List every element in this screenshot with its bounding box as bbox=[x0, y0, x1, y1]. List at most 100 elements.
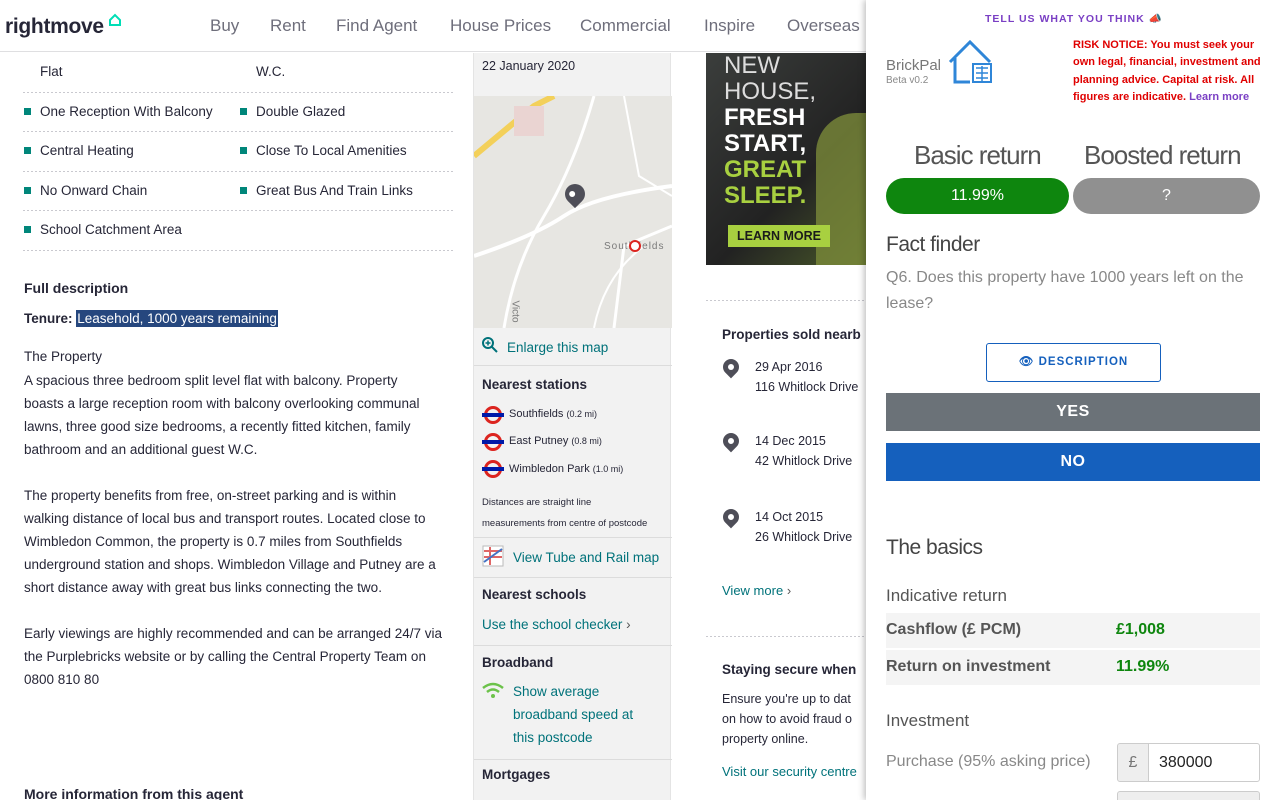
ad-cta-button[interactable]: LEARN MORE bbox=[728, 225, 830, 247]
bullet-icon bbox=[24, 147, 31, 154]
divider bbox=[474, 759, 672, 760]
cashflow-value: £1,008 bbox=[1116, 621, 1165, 638]
fact-question: Q6. Does this property have 1000 years l… bbox=[886, 269, 1244, 312]
view-more-label: View more bbox=[722, 583, 784, 598]
property-details: Flat W.C. One Reception With Balcony Dou… bbox=[0, 53, 470, 800]
description-line: underground station and shops. Wimbledon… bbox=[24, 557, 436, 572]
tube-map-link[interactable]: View Tube and Rail map bbox=[513, 550, 659, 565]
nav-buy[interactable]: Buy bbox=[210, 16, 239, 36]
ad-line: START, bbox=[724, 130, 807, 157]
description-button[interactable]: 👁 DESCRIPTION bbox=[986, 343, 1161, 382]
map-pin-icon bbox=[719, 355, 743, 379]
broadband-heading: Broadband bbox=[482, 655, 554, 670]
bullet-icon bbox=[240, 147, 247, 154]
station-item: East Putney (0.8 mi) bbox=[509, 435, 602, 447]
description-paragraph: A spacious three bedroom split level fla… bbox=[24, 369, 419, 461]
megaphone-icon: 📣 bbox=[1148, 13, 1163, 25]
station-distance: (1.0 mi) bbox=[592, 464, 624, 474]
roi-label: Return on investment bbox=[886, 658, 1051, 675]
description-line: boasts a large reception room with balco… bbox=[24, 396, 420, 411]
feedback-label: TELL US WHAT YOU THINK bbox=[985, 13, 1145, 25]
location-map[interactable]: Southfields Victo bbox=[474, 96, 672, 328]
full-description-heading: Full description bbox=[24, 280, 129, 296]
divider bbox=[23, 250, 455, 251]
learn-more-link[interactable]: Learn more bbox=[1189, 91, 1249, 103]
divider bbox=[23, 171, 455, 172]
zoom-icon bbox=[482, 337, 498, 353]
roi-value: 11.99% bbox=[1116, 658, 1170, 675]
broadband-link[interactable]: Show average broadband speed at this pos… bbox=[513, 680, 633, 749]
divider bbox=[23, 92, 455, 93]
brickpal-brand: BrickPal bbox=[886, 57, 942, 74]
description-button-label: DESCRIPTION bbox=[1038, 356, 1129, 368]
sold-item[interactable]: 14 Dec 2015 42 Whitlock Drive bbox=[755, 431, 852, 471]
advertisement[interactable]: NEW HOUSE, FRESH START, GREAT SLEEP. LEA… bbox=[706, 53, 866, 265]
bullet-icon bbox=[240, 108, 247, 115]
school-checker-link[interactable]: Use the school checker › bbox=[482, 617, 631, 632]
underground-icon bbox=[482, 433, 504, 451]
indicative-return-heading: Indicative return bbox=[886, 586, 1007, 605]
more-info-heading: More information from this agent bbox=[24, 786, 244, 800]
description-line: 0800 810 80 bbox=[24, 672, 100, 687]
enlarge-map-link[interactable]: Enlarge this map bbox=[507, 340, 608, 355]
no-button[interactable]: NO bbox=[886, 443, 1260, 481]
map-pin-icon bbox=[719, 429, 743, 453]
station-distance: (0.8 mi) bbox=[571, 436, 602, 446]
description-line: short distance away with great bus links… bbox=[24, 580, 382, 595]
bullet-icon bbox=[24, 187, 31, 194]
next-input-partial[interactable] bbox=[1117, 791, 1260, 800]
nav-commercial[interactable]: Commercial bbox=[580, 16, 671, 36]
map-graphic bbox=[474, 96, 672, 328]
description-line: The property benefits from free, on-stre… bbox=[24, 488, 397, 503]
station-name: Southfields bbox=[509, 408, 564, 420]
bullet-icon bbox=[24, 226, 31, 233]
sold-item[interactable]: 14 Oct 2015 26 Whitlock Drive bbox=[755, 507, 852, 547]
description-line: bathroom and an additional guest W.C. bbox=[24, 442, 258, 457]
ad-line: HOUSE, bbox=[724, 78, 817, 105]
description-line: walking distance of local bus and transp… bbox=[24, 511, 426, 526]
security-centre-link[interactable]: Visit our security centre bbox=[722, 764, 857, 779]
nav-inspire[interactable]: Inspire bbox=[704, 16, 755, 36]
sold-item[interactable]: 29 Apr 2016 116 Whitlock Drive bbox=[755, 357, 858, 397]
divider bbox=[474, 577, 672, 578]
feature-item: One Reception With Balcony bbox=[40, 104, 213, 119]
feature-item: School Catchment Area bbox=[40, 222, 182, 237]
currency-addon: £ bbox=[1117, 743, 1149, 782]
feature-item: Double Glazed bbox=[256, 104, 346, 119]
boosted-return-label: Boosted return bbox=[1084, 140, 1242, 170]
sold-address: 116 Whitlock Drive bbox=[755, 380, 859, 394]
rightmove-logo[interactable]: rightmove bbox=[5, 15, 104, 39]
property-sidebar: 22 January 2020 Southfields Victo Enlarg… bbox=[473, 53, 672, 800]
map-pin-icon bbox=[719, 505, 743, 529]
nav-find-agent[interactable]: Find Agent bbox=[336, 16, 417, 36]
boosted-return-value: ? bbox=[1073, 178, 1260, 214]
sold-date: 14 Dec 2015 bbox=[755, 434, 826, 448]
ad-line: FRESH bbox=[724, 104, 806, 131]
tenure-label: Tenure: bbox=[24, 311, 73, 326]
risk-notice: RISK NOTICE: You must seek your own lega… bbox=[1073, 37, 1263, 106]
feature-item: Central Heating bbox=[40, 143, 134, 158]
nav-rent[interactable]: Rent bbox=[270, 16, 306, 36]
ad-line: NEW bbox=[724, 53, 780, 79]
purchase-input[interactable]: 380000 bbox=[1148, 743, 1260, 782]
sold-address: 26 Whitlock Drive bbox=[755, 530, 853, 544]
feedback-link[interactable]: TELL US WHAT YOU THINK 📣 bbox=[985, 12, 1163, 25]
brickpal-logo-icon bbox=[948, 39, 992, 84]
nav-house-prices[interactable]: House Prices bbox=[450, 16, 551, 36]
mortgages-heading: Mortgages bbox=[482, 767, 551, 782]
station-name: East Putney bbox=[509, 435, 569, 447]
basic-return-label: Basic return bbox=[914, 140, 1042, 170]
broadband-link-line: broadband speed at bbox=[513, 707, 634, 722]
purchase-label: Purchase (95% asking price) bbox=[886, 753, 1091, 770]
brickpal-version: Beta v0.2 bbox=[886, 75, 929, 86]
listing-date: 22 January 2020 bbox=[482, 59, 576, 73]
bullet-icon bbox=[24, 108, 31, 115]
view-more-link[interactable]: View more › bbox=[722, 583, 791, 598]
basic-return-value: 11.99% bbox=[886, 178, 1069, 214]
nav-overseas[interactable]: Overseas bbox=[787, 16, 860, 36]
station-distance: (0.2 mi) bbox=[566, 409, 598, 419]
cashflow-row: Cashflow (£ PCM) £1,008 bbox=[886, 613, 1260, 648]
yes-button[interactable]: YES bbox=[886, 393, 1260, 431]
distance-note-line: Distances are straight line bbox=[482, 497, 592, 508]
station-name: Wimbledon Park bbox=[509, 463, 590, 475]
